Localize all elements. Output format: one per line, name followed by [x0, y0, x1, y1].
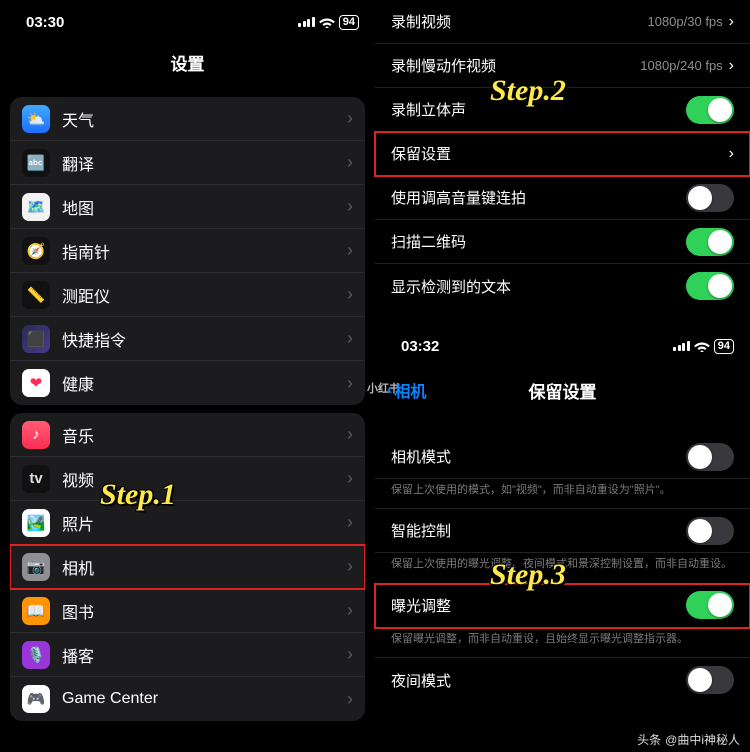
chevron-right-icon: ›	[347, 556, 353, 577]
status-bar: 03:30 94	[0, 0, 375, 44]
camera-settings-screen: 录制视频1080p/30 fps› 录制慢动作视频1080p/240 fps› …	[375, 0, 750, 308]
toggle-stereo[interactable]	[686, 96, 734, 124]
row-preserve-settings[interactable]: 保留设置›	[375, 132, 750, 176]
books-icon: 📖	[22, 597, 50, 625]
chevron-right-icon: ›	[347, 689, 353, 710]
row-camera-mode: 相机模式	[375, 435, 750, 479]
row-smart-controls: 智能控制	[375, 509, 750, 553]
toggle-detected-text[interactable]	[686, 272, 734, 300]
row-measure[interactable]: 📏测距仪›	[10, 273, 365, 317]
chevron-right-icon: ›	[729, 13, 734, 31]
shortcuts-icon: ⬛	[22, 325, 50, 353]
row-volume-burst: 使用调高音量键连拍	[375, 176, 750, 220]
chevron-right-icon: ›	[347, 240, 353, 261]
toggle-camera-mode[interactable]	[686, 443, 734, 471]
status-time: 03:30	[26, 14, 64, 31]
chevron-right-icon: ›	[347, 284, 353, 305]
weather-icon: ⛅	[22, 105, 50, 133]
camera-icon: 📷	[22, 553, 50, 581]
chevron-right-icon: ›	[347, 328, 353, 349]
page-title: 保留设置	[529, 383, 597, 402]
chevron-right-icon: ›	[729, 57, 734, 75]
chevron-right-icon: ›	[347, 152, 353, 173]
measure-icon: 📏	[22, 281, 50, 309]
smart-controls-desc: 保留上次使用的曝光调整、夜间模式和景深控制设置，而非自动重设。	[375, 553, 750, 583]
gamecenter-icon: 🎮	[22, 685, 50, 713]
row-scan-qr: 扫描二维码	[375, 220, 750, 264]
health-icon: ❤	[22, 369, 50, 397]
podcasts-icon: 🎙️	[22, 641, 50, 669]
source-credit: 头条 @曲中i神秘人	[637, 731, 740, 748]
music-icon: ♪	[22, 421, 50, 449]
page-title: 设置	[0, 44, 375, 89]
back-button[interactable]: ‹相机	[387, 378, 426, 402]
wifi-icon	[694, 340, 710, 352]
row-exposure: 曝光调整	[375, 584, 750, 628]
row-podcasts[interactable]: 🎙️播客›	[10, 633, 365, 677]
row-compass[interactable]: 🧭指南针›	[10, 229, 365, 273]
row-translate[interactable]: 🔤翻译›	[10, 141, 365, 185]
battery-icon: 94	[339, 15, 359, 30]
chevron-left-icon: ‹	[387, 381, 392, 399]
translate-icon: 🔤	[22, 149, 50, 177]
row-tv[interactable]: tv视频›	[10, 457, 365, 501]
toggle-volume-burst[interactable]	[686, 184, 734, 212]
row-record-video[interactable]: 录制视频1080p/30 fps›	[375, 0, 750, 44]
status-bar: 03:32 94	[375, 324, 750, 368]
chevron-right-icon: ›	[347, 373, 353, 394]
toggle-smart-controls[interactable]	[686, 517, 734, 545]
battery-icon: 94	[714, 339, 734, 354]
toggle-scan-qr[interactable]	[686, 228, 734, 256]
settings-group-media: ♪音乐› tv视频› 🏞️照片› 📷相机› 📖图书› 🎙️播客› 🎮Game C…	[10, 413, 365, 721]
camera-mode-desc: 保留上次使用的模式，如"视频"，而非自动重设为"照片"。	[375, 479, 750, 509]
chevron-right-icon: ›	[729, 145, 734, 163]
preserve-settings-screen: 03:32 94 小红书 ‹相机 保留设置 相机模式 保留上次使用的模式，如"视…	[375, 324, 750, 702]
row-photos[interactable]: 🏞️照片›	[10, 501, 365, 545]
chevron-right-icon: ›	[347, 644, 353, 665]
row-record-slomo[interactable]: 录制慢动作视频1080p/240 fps›	[375, 44, 750, 88]
status-time: 03:32	[401, 338, 439, 355]
row-weather[interactable]: ⛅天气›	[10, 97, 365, 141]
row-detected-text: 显示检测到的文本	[375, 264, 750, 308]
toggle-night-mode[interactable]	[686, 666, 734, 694]
row-gamecenter[interactable]: 🎮Game Center›	[10, 677, 365, 721]
row-books[interactable]: 📖图书›	[10, 589, 365, 633]
toggle-exposure[interactable]	[686, 591, 734, 619]
wifi-icon	[319, 16, 335, 28]
chevron-right-icon: ›	[347, 600, 353, 621]
cellular-icon	[673, 341, 690, 351]
cellular-icon	[298, 17, 315, 27]
row-music[interactable]: ♪音乐›	[10, 413, 365, 457]
settings-group-system: ⛅天气› 🔤翻译› 🗺️地图› 🧭指南针› 📏测距仪› ⬛快捷指令› ❤健康›	[10, 97, 365, 405]
row-night-mode: 夜间模式	[375, 658, 750, 702]
photos-icon: 🏞️	[22, 509, 50, 537]
chevron-right-icon: ›	[347, 468, 353, 489]
maps-icon: 🗺️	[22, 193, 50, 221]
row-shortcuts[interactable]: ⬛快捷指令›	[10, 317, 365, 361]
chevron-right-icon: ›	[347, 108, 353, 129]
tv-icon: tv	[22, 465, 50, 493]
row-health[interactable]: ❤健康›	[10, 361, 365, 405]
row-maps[interactable]: 🗺️地图›	[10, 185, 365, 229]
chevron-right-icon: ›	[347, 512, 353, 533]
chevron-right-icon: ›	[347, 424, 353, 445]
chevron-right-icon: ›	[347, 196, 353, 217]
exposure-desc: 保留曝光调整，而非自动重设，且始终显示曝光调整指示器。	[375, 628, 750, 658]
settings-root-screen: 03:30 94 设置 ⛅天气› 🔤翻译› 🗺️地图› 🧭指南针› 📏测距仪› …	[0, 0, 375, 752]
row-stereo: 录制立体声	[375, 88, 750, 132]
compass-icon: 🧭	[22, 237, 50, 265]
row-camera[interactable]: 📷相机›	[10, 545, 365, 589]
